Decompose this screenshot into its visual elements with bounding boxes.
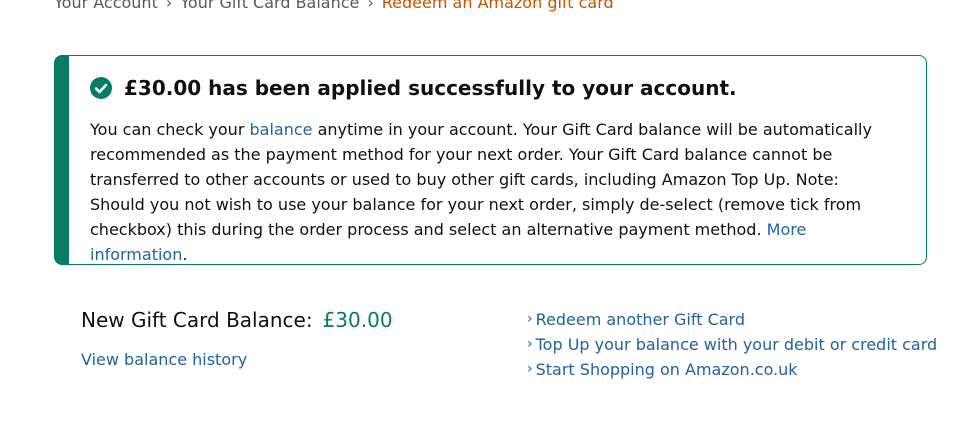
breadcrumb-separator: › bbox=[367, 0, 374, 12]
action-links: › Redeem another Gift Card › Top Up your b… bbox=[527, 307, 937, 382]
breadcrumb-gift-card-balance[interactable]: Your Gift Card Balance bbox=[180, 0, 359, 12]
balance-history: View balance history bbox=[81, 350, 247, 369]
alert-body-text: You can check your bbox=[90, 120, 250, 139]
alert-heading: £30.00 has been applied successfully to … bbox=[90, 76, 737, 100]
success-alert: £30.00 has been applied successfully to … bbox=[54, 55, 927, 265]
balance-link[interactable]: balance bbox=[249, 120, 312, 139]
breadcrumb: Your Account › Your Gift Card Balance › Rede… bbox=[54, 0, 614, 13]
breadcrumb-current: Redeem an Amazon gift card bbox=[381, 0, 614, 12]
alert-body-end: . bbox=[182, 245, 188, 264]
start-shopping-link[interactable]: Start Shopping on Amazon.co.uk bbox=[536, 357, 798, 382]
new-balance: New Gift Card Balance: £30.00 bbox=[81, 308, 393, 332]
breadcrumb-your-account[interactable]: Your Account bbox=[54, 0, 158, 12]
balance-label: New Gift Card Balance: bbox=[81, 308, 313, 332]
chevron-right-icon: › bbox=[527, 311, 533, 327]
chevron-right-icon: › bbox=[527, 361, 533, 377]
view-balance-history-link[interactable]: View balance history bbox=[81, 350, 247, 369]
alert-body: You can check your balance anytime in yo… bbox=[90, 117, 890, 267]
balance-amount: £30.00 bbox=[322, 308, 393, 332]
check-circle-icon bbox=[90, 77, 112, 99]
breadcrumb-separator: › bbox=[165, 0, 173, 12]
redeem-another-gift-card-link[interactable]: Redeem another Gift Card bbox=[536, 307, 745, 332]
link-row: › Redeem another Gift Card bbox=[527, 307, 937, 332]
top-up-balance-link[interactable]: Top Up your balance with your debit or c… bbox=[536, 332, 938, 357]
alert-heading-text: £30.00 has been applied successfully to … bbox=[124, 76, 737, 100]
link-row: › Top Up your balance with your debit or … bbox=[527, 332, 937, 357]
chevron-right-icon: › bbox=[527, 336, 533, 352]
link-row: › Start Shopping on Amazon.co.uk bbox=[527, 357, 937, 382]
